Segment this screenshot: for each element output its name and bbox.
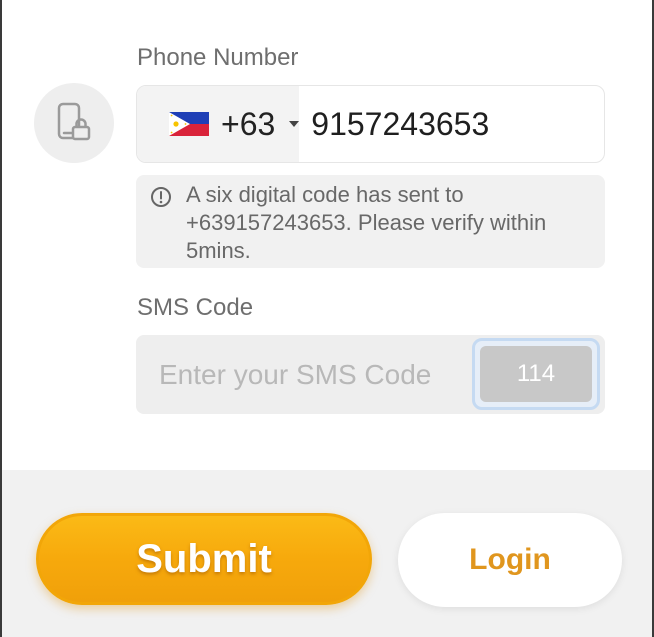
info-icon [151,187,171,207]
countdown-value: 114 [480,346,592,402]
phone-number-input[interactable] [299,86,604,162]
notice-text: A six digital code has sent to +63915724… [186,182,547,263]
country-code-selector[interactable]: +63 [137,86,300,162]
submit-button[interactable]: Submit [36,513,372,605]
philippines-flag-icon [169,112,209,136]
verification-notice: A six digital code has sent to +63915724… [136,175,605,268]
phone-number-field: +63 [136,85,605,163]
phone-number-label: Phone Number [137,44,299,71]
country-code: +63 [221,105,276,142]
phone-lock-icon [34,83,114,163]
resend-countdown-button[interactable]: 114 [472,338,600,410]
sms-code-label: SMS Code [137,294,254,321]
chevron-down-icon [289,121,300,127]
sms-code-input[interactable] [136,335,466,414]
login-button[interactable]: Login [398,513,622,607]
